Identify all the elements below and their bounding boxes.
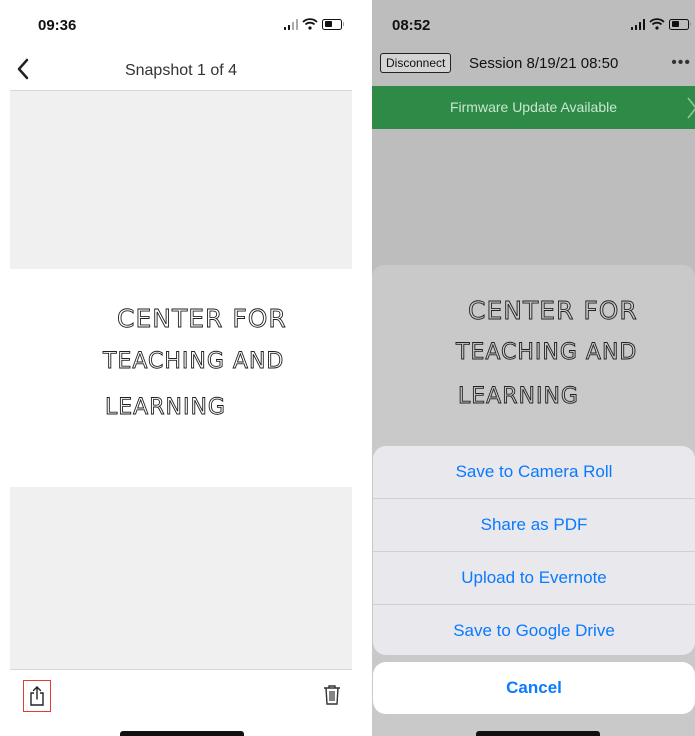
share-icon [30,686,44,706]
wifi-icon [302,18,318,30]
handwriting-image: CENTER FOR TEACHING AND LEARNING [102,304,287,421]
handwriting-image: CENTER FOR TEACHING AND LEARNING [455,296,638,410]
firmware-update-banner[interactable]: Firmware Update Available [372,86,695,129]
handwriting-line-3: LEARNING [105,395,226,420]
home-indicator [476,731,600,736]
cancel-button[interactable]: Cancel [373,662,695,714]
share-button[interactable] [23,680,51,712]
upload-to-evernote-button[interactable]: Upload to Evernote [373,552,695,605]
handwriting-line-3: LEARNING [458,384,579,409]
chevron-right-icon [687,97,695,119]
handwriting-line-1: CENTER FOR [117,304,287,333]
share-as-pdf-button[interactable]: Share as PDF [373,499,695,552]
page-title: Snapshot 1 of 4 [124,62,238,79]
session-bar: Disconnect Session 8/19/21 08:50 ••• [372,44,695,86]
save-to-camera-roll-button[interactable]: Save to Camera Roll [373,446,695,499]
status-bar: 08:52 [372,0,695,44]
disconnect-button[interactable]: Disconnect [380,53,452,73]
signal-icon [283,18,298,30]
right-phone-screen: 08:52 Disconnect Session 8/19/21 08:50 •… [372,0,695,736]
save-to-google-drive-button[interactable]: Save to Google Drive [373,605,695,655]
left-phone-screen: 09:36 Snapshot 1 of 4 CENTER FOR TEACHIN [0,0,362,736]
more-options-icon[interactable]: ••• [671,54,691,72]
nav-bar: Snapshot 1 of 4 [10,50,352,91]
handwriting-line-1: CENTER FOR [468,296,638,325]
session-title: Session 8/19/21 08:50 [469,55,619,72]
battery-icon [669,18,691,30]
home-indicator [120,731,244,736]
handwriting-line-2: TEACHING AND [102,349,284,374]
action-sheet: Save to Camera Roll Share as PDF Upload … [373,446,695,655]
status-time: 09:36 [38,17,77,34]
bottom-toolbar [10,669,352,736]
wifi-icon [649,18,665,30]
signal-icon [630,18,645,30]
snapshot-image: CENTER FOR TEACHING AND LEARNING [10,269,352,487]
status-time: 08:52 [392,17,431,34]
firmware-update-text: Firmware Update Available [449,99,618,115]
handwriting-line-2: TEACHING AND [455,340,637,365]
delete-button[interactable] [320,681,344,709]
battery-icon [322,18,344,30]
trash-icon [324,685,340,705]
status-bar: 09:36 [0,0,362,44]
snapshot-viewer: CENTER FOR TEACHING AND LEARNING [10,91,352,669]
